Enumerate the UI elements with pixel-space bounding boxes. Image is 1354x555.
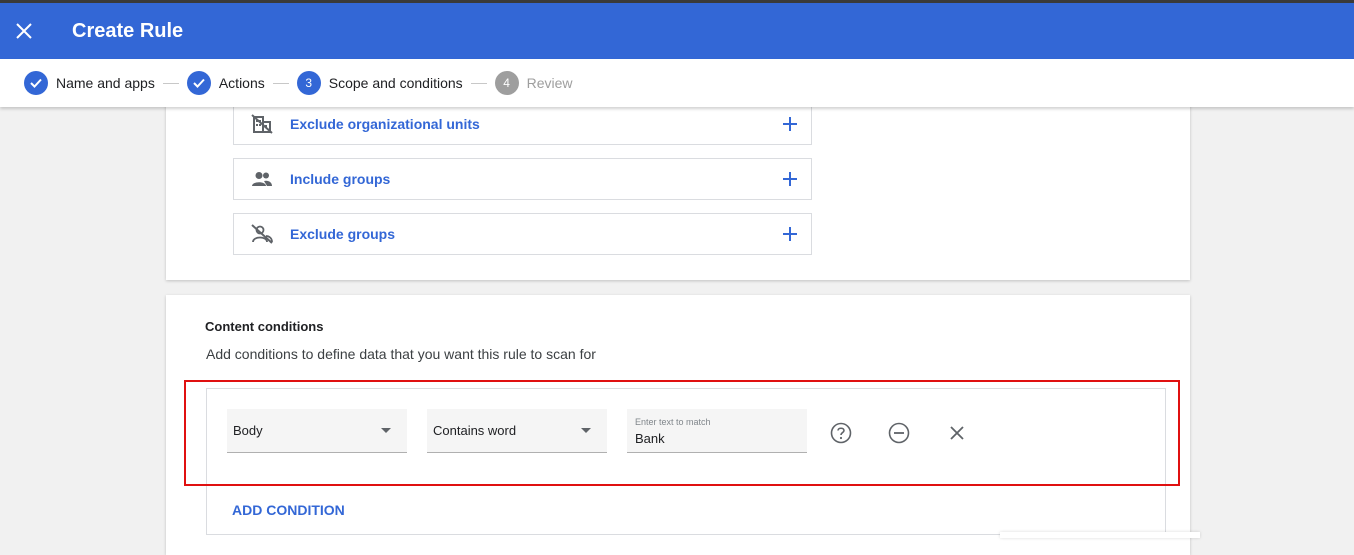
exclude-groups-row[interactable]: Exclude groups <box>233 213 812 255</box>
check-icon <box>24 71 48 95</box>
add-icon[interactable] <box>769 116 811 132</box>
content-conditions-card: Content conditions Add conditions to def… <box>166 295 1190 555</box>
step-scope-and-conditions[interactable]: 3 Scope and conditions <box>296 71 463 95</box>
check-icon <box>186 71 211 95</box>
add-icon[interactable] <box>769 171 811 187</box>
step-separator <box>470 82 487 84</box>
step-name-and-apps[interactable]: Name and apps <box>24 71 155 95</box>
content-conditions-title: Content conditions <box>205 319 324 334</box>
stepper: Name and apps Actions 3 Scope and condit… <box>0 59 1354 107</box>
content-conditions-description: Add conditions to define data that you w… <box>206 346 596 362</box>
close-button[interactable] <box>0 7 48 55</box>
close-icon <box>16 23 32 39</box>
highlight-annotation-box <box>184 380 1180 486</box>
add-condition-button[interactable]: ADD CONDITION <box>232 502 345 518</box>
include-groups-label: Include groups <box>290 171 391 187</box>
exclude-group-icon <box>234 224 290 244</box>
step-label: Actions <box>218 75 265 91</box>
page-title: Create Rule <box>72 19 184 42</box>
exclude-org-unit-icon <box>234 114 290 134</box>
add-icon[interactable] <box>769 226 811 242</box>
step-review[interactable]: 4 Review <box>494 71 573 95</box>
step-number-badge: 3 <box>296 71 321 95</box>
step-number-badge: 4 <box>494 71 519 95</box>
step-separator <box>272 82 289 84</box>
step-label: Name and apps <box>56 75 155 91</box>
scope-card: Exclude organizational units Include gro… <box>166 100 1190 280</box>
exclude-groups-label: Exclude groups <box>290 226 396 242</box>
app-bar: Create Rule <box>0 3 1354 59</box>
step-actions[interactable]: Actions <box>186 71 265 95</box>
overlay-corner <box>1000 532 1200 538</box>
include-groups-row[interactable]: Include groups <box>233 158 812 200</box>
step-separator <box>162 82 179 84</box>
exclude-org-units-row[interactable]: Exclude organizational units <box>233 103 812 145</box>
step-label: Review <box>526 75 573 91</box>
group-icon <box>234 171 290 187</box>
step-label: Scope and conditions <box>328 75 463 91</box>
exclude-org-units-label: Exclude organizational units <box>290 116 480 132</box>
